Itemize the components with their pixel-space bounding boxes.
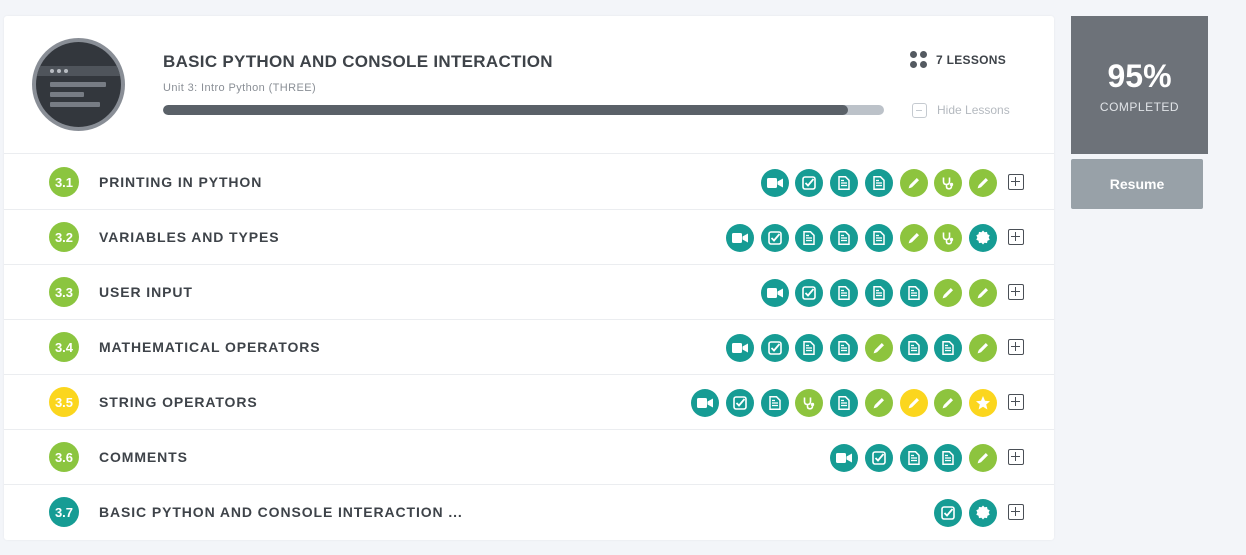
console-window-image — [36, 42, 121, 127]
pencil-icon[interactable] — [968, 444, 997, 472]
pencil-icon[interactable] — [864, 334, 893, 362]
stethoscope-icon[interactable] — [934, 224, 963, 252]
activity-icons — [726, 224, 997, 252]
completion-box: 95% COMPLETED — [1071, 16, 1208, 154]
completion-percent: 95% — [1107, 58, 1172, 94]
lesson-number-badge: 3.3 — [49, 277, 79, 307]
lesson-row[interactable]: 3.4 MATHEMATICAL OPERATORS — [4, 320, 1054, 375]
expand-lesson-button[interactable] — [1008, 174, 1024, 190]
document-icon[interactable] — [864, 279, 893, 307]
document-icon[interactable] — [864, 224, 893, 252]
document-icon[interactable] — [830, 169, 859, 197]
checklist-icon[interactable] — [795, 169, 824, 197]
pencil-icon[interactable] — [934, 389, 963, 417]
lesson-row[interactable]: 3.1 PRINTING IN PYTHON — [4, 155, 1054, 210]
grid-icon — [910, 51, 928, 69]
badge-seal-icon[interactable] — [968, 499, 997, 527]
pencil-icon[interactable] — [899, 389, 928, 417]
pencil-icon[interactable] — [899, 224, 928, 252]
resume-button[interactable]: Resume — [1071, 159, 1203, 209]
pencil-icon[interactable] — [968, 169, 997, 197]
stethoscope-icon[interactable] — [934, 169, 963, 197]
document-icon[interactable] — [934, 334, 963, 362]
completion-status: COMPLETED — [1099, 100, 1180, 114]
lesson-title[interactable]: PRINTING IN PYTHON — [99, 174, 262, 190]
document-icon[interactable] — [899, 334, 928, 362]
activity-icons — [691, 389, 997, 417]
checklist-icon[interactable] — [760, 224, 789, 252]
expand-lesson-button[interactable] — [1008, 339, 1024, 355]
video-icon[interactable] — [830, 444, 859, 472]
unit-title: BASIC PYTHON AND CONSOLE INTERACTION — [163, 52, 553, 71]
lesson-row[interactable]: 3.3 USER INPUT — [4, 265, 1054, 320]
lesson-title[interactable]: STRING OPERATORS — [99, 394, 258, 410]
expand-lesson-button[interactable] — [1008, 449, 1024, 465]
checklist-icon[interactable] — [795, 279, 824, 307]
video-icon[interactable] — [760, 279, 789, 307]
document-icon[interactable] — [830, 224, 859, 252]
expand-lesson-button[interactable] — [1008, 229, 1024, 245]
lesson-title[interactable]: MATHEMATICAL OPERATORS — [99, 339, 321, 355]
pencil-icon[interactable] — [934, 279, 963, 307]
unit-thumbnail — [32, 38, 125, 131]
lesson-row[interactable]: 3.5 STRING OPERATORS — [4, 375, 1054, 430]
document-icon[interactable] — [864, 169, 893, 197]
pencil-icon[interactable] — [864, 389, 893, 417]
lesson-row[interactable]: 3.2 VARIABLES AND TYPES — [4, 210, 1054, 265]
star-icon[interactable] — [968, 389, 997, 417]
badge-seal-icon[interactable] — [968, 224, 997, 252]
video-icon[interactable] — [760, 169, 789, 197]
document-icon[interactable] — [899, 279, 928, 307]
lessons-count: 7 LESSONS — [910, 50, 1006, 70]
activity-icons — [830, 444, 997, 472]
progress-fill — [163, 105, 848, 115]
lesson-number-badge: 3.4 — [49, 332, 79, 362]
hide-lessons-toggle[interactable]: Hide Lessons — [912, 101, 1010, 119]
document-icon[interactable] — [830, 334, 859, 362]
lesson-number-badge: 3.2 — [49, 222, 79, 252]
document-icon[interactable] — [795, 224, 824, 252]
activity-icons — [760, 169, 997, 197]
document-icon[interactable] — [760, 389, 789, 417]
expand-lesson-button[interactable] — [1008, 394, 1024, 410]
checklist-icon[interactable] — [864, 444, 893, 472]
checklist-icon[interactable] — [934, 499, 963, 527]
video-icon[interactable] — [691, 389, 720, 417]
lesson-title[interactable]: BASIC PYTHON AND CONSOLE INTERACTION ... — [99, 504, 463, 520]
collapse-icon — [912, 102, 927, 118]
lesson-number-badge: 3.5 — [49, 387, 79, 417]
expand-lesson-button[interactable] — [1008, 284, 1024, 300]
document-icon[interactable] — [795, 334, 824, 362]
lesson-row[interactable]: 3.7 BASIC PYTHON AND CONSOLE INTERACTION … — [4, 485, 1054, 540]
lesson-title[interactable]: VARIABLES AND TYPES — [99, 229, 279, 245]
lesson-title[interactable]: COMMENTS — [99, 449, 188, 465]
pencil-icon[interactable] — [968, 279, 997, 307]
document-icon[interactable] — [934, 444, 963, 472]
pencil-icon[interactable] — [899, 169, 928, 197]
unit-subtitle: Unit 3: Intro Python (THREE) — [163, 82, 317, 94]
lesson-title[interactable]: USER INPUT — [99, 284, 193, 300]
unit-progress-bar — [163, 105, 884, 115]
hide-lessons-label: Hide Lessons — [937, 103, 1010, 117]
video-icon[interactable] — [726, 334, 755, 362]
lesson-number-badge: 3.1 — [49, 167, 79, 197]
document-icon[interactable] — [899, 444, 928, 472]
stethoscope-icon[interactable] — [795, 389, 824, 417]
activity-icons — [760, 279, 997, 307]
expand-lesson-button[interactable] — [1008, 504, 1024, 520]
checklist-icon[interactable] — [726, 389, 755, 417]
video-icon[interactable] — [726, 224, 755, 252]
lesson-number-badge: 3.7 — [49, 497, 79, 527]
lessons-count-label: 7 LESSONS — [936, 53, 1007, 67]
unit-card: BASIC PYTHON AND CONSOLE INTERACTION Uni… — [4, 16, 1054, 540]
unit-header: BASIC PYTHON AND CONSOLE INTERACTION Uni… — [4, 16, 1054, 154]
activity-icons — [934, 499, 997, 527]
lesson-row[interactable]: 3.6 COMMENTS — [4, 430, 1054, 485]
document-icon[interactable] — [830, 279, 859, 307]
lesson-number-badge: 3.6 — [49, 442, 79, 472]
document-icon[interactable] — [830, 389, 859, 417]
checklist-icon[interactable] — [760, 334, 789, 362]
activity-icons — [726, 334, 997, 362]
pencil-icon[interactable] — [968, 334, 997, 362]
